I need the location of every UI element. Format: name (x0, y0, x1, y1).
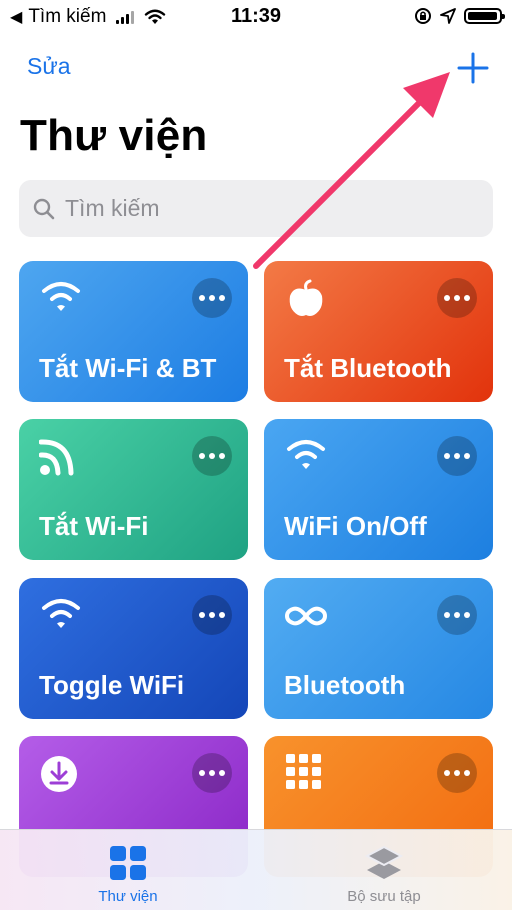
shortcut-card[interactable]: Tắt Bluetooth (264, 261, 493, 402)
edit-button[interactable]: Sửa (27, 53, 71, 80)
location-arrow-icon (440, 8, 456, 24)
status-bar: ◀ Tìm kiếm 11:39 (0, 0, 512, 34)
shortcut-label: Bluetooth (284, 670, 406, 700)
shortcut-label: Tắt Wi-Fi (39, 511, 149, 541)
grid-icon (286, 754, 321, 789)
shortcut-label: Tắt Wi-Fi & BT (39, 353, 217, 383)
shortcut-card[interactable]: Toggle WiFi (19, 578, 248, 719)
tab-bar: Thư viện Bộ sưu tập (0, 829, 512, 910)
more-button[interactable] (192, 595, 232, 635)
page-title: Thư viện (20, 111, 208, 160)
tab-library-label: Thư viện (98, 888, 158, 905)
more-button[interactable] (437, 278, 477, 318)
search-input[interactable]: Tìm kiếm (65, 195, 160, 222)
wifi-icon (287, 440, 325, 469)
more-button[interactable] (437, 753, 477, 793)
download-icon (41, 756, 77, 792)
shortcut-label: WiFi On/Off (284, 511, 427, 541)
wifi-icon (42, 282, 80, 311)
layers-icon (364, 846, 404, 879)
more-button[interactable] (192, 436, 232, 476)
grid-2x2-icon (110, 846, 146, 880)
apple-icon (289, 279, 323, 316)
battery-fill (468, 12, 497, 20)
rss-icon (39, 439, 74, 476)
status-right (414, 7, 505, 25)
shortcut-card[interactable]: WiFi On/Off (264, 419, 493, 560)
search-icon (33, 198, 55, 219)
shortcut-card[interactable]: Tắt Wi-Fi (19, 419, 248, 560)
wifi-icon (42, 599, 80, 628)
more-button[interactable] (192, 753, 232, 793)
more-button[interactable] (437, 436, 477, 476)
shortcut-label: Tắt Bluetooth (284, 353, 452, 383)
shortcut-card[interactable]: Tắt Wi-Fi & BT (19, 261, 248, 402)
more-button[interactable] (437, 595, 477, 635)
infinity-icon (284, 606, 328, 626)
more-button[interactable] (192, 278, 232, 318)
search-bar[interactable]: Tìm kiếm (19, 180, 493, 237)
tab-gallery[interactable]: Bộ sưu tập (256, 830, 512, 910)
tab-library[interactable]: Thư viện (0, 830, 256, 910)
tab-gallery-label: Bộ sưu tập (347, 888, 421, 905)
shortcut-label: Toggle WiFi (39, 670, 185, 700)
plus-icon[interactable] (453, 48, 493, 88)
shortcut-card[interactable]: Bluetooth (264, 578, 493, 719)
orientation-lock-icon (415, 8, 431, 24)
battery-icon (464, 8, 505, 24)
